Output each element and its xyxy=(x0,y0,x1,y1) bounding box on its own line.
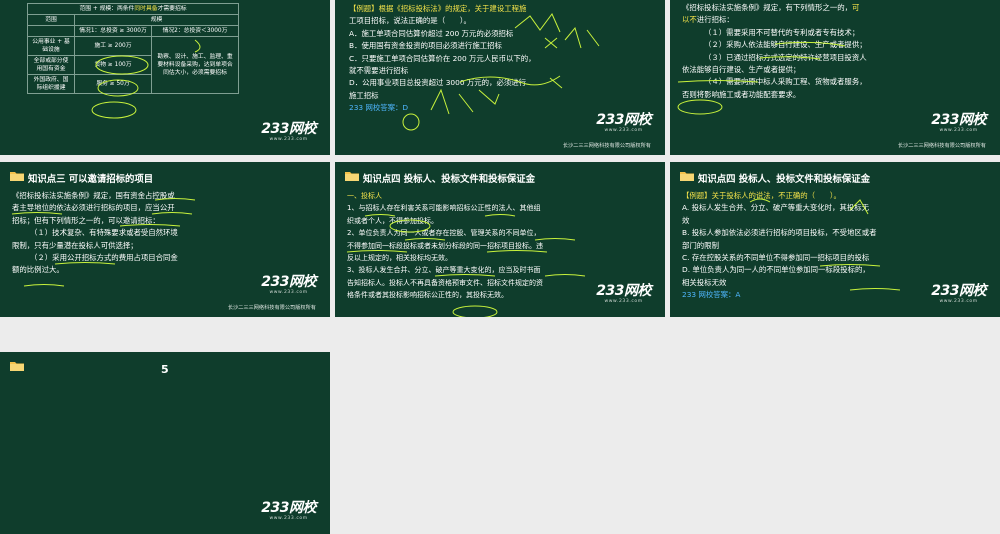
brand-logo: 233网校 www.233.com xyxy=(261,121,316,142)
table-cell: 全部或部分使用国有资金 xyxy=(27,55,75,75)
table-cell: 规模 xyxy=(74,14,239,26)
brand-logo: 233网校 www.233.com xyxy=(931,112,986,133)
folder-icon xyxy=(345,172,359,181)
slide-title: 知识点四 投标人、投标文件和投标保证金 xyxy=(698,174,871,185)
bidder-rules-text: 一、投标人 1、与招标人存在利害关系可能影响招标公正性的法人、其他组 织或者个人… xyxy=(347,192,543,300)
section-heading: 一、投标人 xyxy=(347,192,382,200)
table-cell: 情况2：总投资＜3000万 xyxy=(151,25,239,37)
slide-7[interactable]: 5 233网校 www.233.com xyxy=(0,352,330,534)
question-text: 【例题】根据《招标投标法》的规定，关于建设工程施 工项目招标，说法正确的是（ ）… xyxy=(349,3,536,115)
slide-5[interactable]: 知识点四 投标人、投标文件和投标保证金 一、投标人 1、与招标人存在利害关系可能… xyxy=(335,162,665,317)
folder-icon xyxy=(680,172,694,181)
table-cell: 施工 ≥ 200万 xyxy=(74,36,152,56)
copyright: 长沙二三三网络科技有限公司版权所有 xyxy=(562,143,651,149)
copyright: 长沙二三三网络科技有限公司版权所有 xyxy=(227,305,316,311)
folder-icon xyxy=(10,362,24,371)
table-cell: 服务 ≥ 50万 xyxy=(74,74,152,94)
copyright: 长沙二三三网络科技有限公司版权所有 xyxy=(897,143,986,149)
slide-number: 5 xyxy=(161,363,169,376)
table-header: 范围 + 规模：两条件同时具备才需要招标 xyxy=(27,3,239,15)
folder-icon xyxy=(10,172,24,181)
slide-title: 知识点四 投标人、投标文件和投标保证金 xyxy=(363,174,536,185)
brand-logo: 233网校 www.233.com xyxy=(596,112,651,133)
answer-text: 233 网校答案：D xyxy=(349,103,409,113)
exemption-text: 《招标投标法实施条例》规定，有下列情形之一的，可 以不进行招标： （１）需要采用… xyxy=(682,3,867,99)
slide-4[interactable]: 知识点三 可以邀请招标的项目 《招标投标法实施条例》规定，国有资金占控股或 者主… xyxy=(0,162,330,317)
table-cell: 外国政府、国际组织援建 xyxy=(27,74,75,94)
slide-2[interactable]: 【例题】根据《招标投标法》的规定，关于建设工程施 工项目招标，说法正确的是（ ）… xyxy=(335,0,665,155)
table-cell: 范围 xyxy=(27,14,75,26)
slide-6[interactable]: 知识点四 投标人、投标文件和投标保证金 【例题】关于投标人的说法，不正确的（ ）… xyxy=(670,162,1000,317)
invite-text: 《招标投标法实施条例》规定，国有资金占控股或 者主导地位的依法必须进行招标的项目… xyxy=(12,191,178,275)
brand-logo: 233网校 www.233.com xyxy=(596,283,651,304)
table-cell: 情况1：总投资 ≥ 3000万 xyxy=(74,25,152,37)
answer-text: 233 网校答案：A xyxy=(682,290,741,300)
thresholds-table: 范围 + 规模：两条件同时具备才需要招标 范围 规模 情况1：总投资 ≥ 300… xyxy=(27,3,239,94)
table-cell: 勘察、设计、施工、监理、重要材料设备采购，达到单项合同估大小，必须需要招标 xyxy=(151,36,239,94)
brand-logo: 233网校 www.233.com xyxy=(261,274,316,295)
brand-logo: 233网校 www.233.com xyxy=(261,500,316,521)
table-cell: 公用事业 + 基础设施 xyxy=(27,36,75,56)
brand-logo: 233网校 www.233.com xyxy=(931,283,986,304)
slide-title: 知识点三 可以邀请招标的项目 xyxy=(28,174,154,185)
slide-3[interactable]: 《招标投标法实施条例》规定，有下列情形之一的，可 以不进行招标： （１）需要采用… xyxy=(670,0,1000,155)
question-text: 【例题】关于投标人的说法，不正确的（ ）。 A. 投标人发生合并、分立、破产等重… xyxy=(682,190,877,302)
slide-1[interactable]: 范围 + 规模：两条件同时具备才需要招标 范围 规模 情况1：总投资 ≥ 300… xyxy=(0,0,330,155)
table-cell: 货物 ≥ 100万 xyxy=(74,55,152,75)
